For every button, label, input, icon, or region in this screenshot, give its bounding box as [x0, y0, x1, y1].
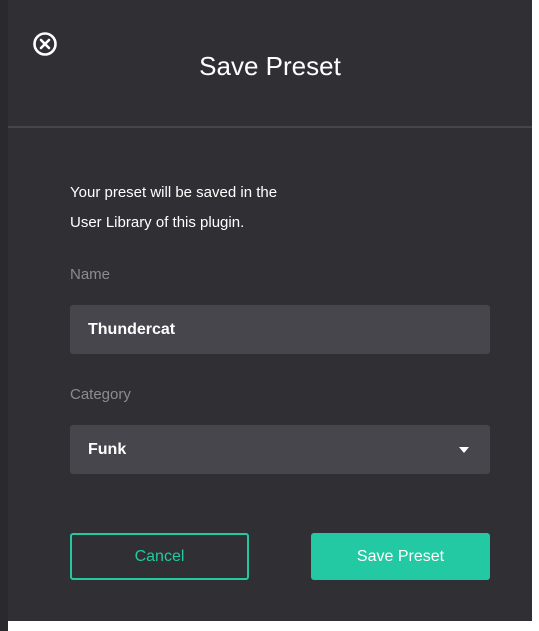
- save-preset-button[interactable]: Save Preset: [311, 533, 490, 580]
- save-preset-dialog: Save Preset Your preset will be saved in…: [8, 0, 532, 621]
- description-line-1: Your preset will be saved in the: [70, 184, 278, 201]
- category-selected-value: Funk: [88, 441, 127, 458]
- name-input[interactable]: [70, 305, 490, 354]
- header-divider: [8, 126, 532, 128]
- background-window-edge: [0, 0, 8, 631]
- cancel-button[interactable]: Cancel: [70, 533, 249, 580]
- name-label: Name: [70, 266, 111, 283]
- category-select[interactable]: Funk: [70, 425, 490, 474]
- dialog-title: Save Preset: [199, 51, 341, 81]
- dialog-description: Your preset will be saved in the User Li…: [70, 178, 470, 238]
- caret-down-icon: [459, 447, 469, 453]
- description-line-2: User Library of this plugin.: [70, 214, 245, 231]
- category-label: Category: [70, 386, 131, 403]
